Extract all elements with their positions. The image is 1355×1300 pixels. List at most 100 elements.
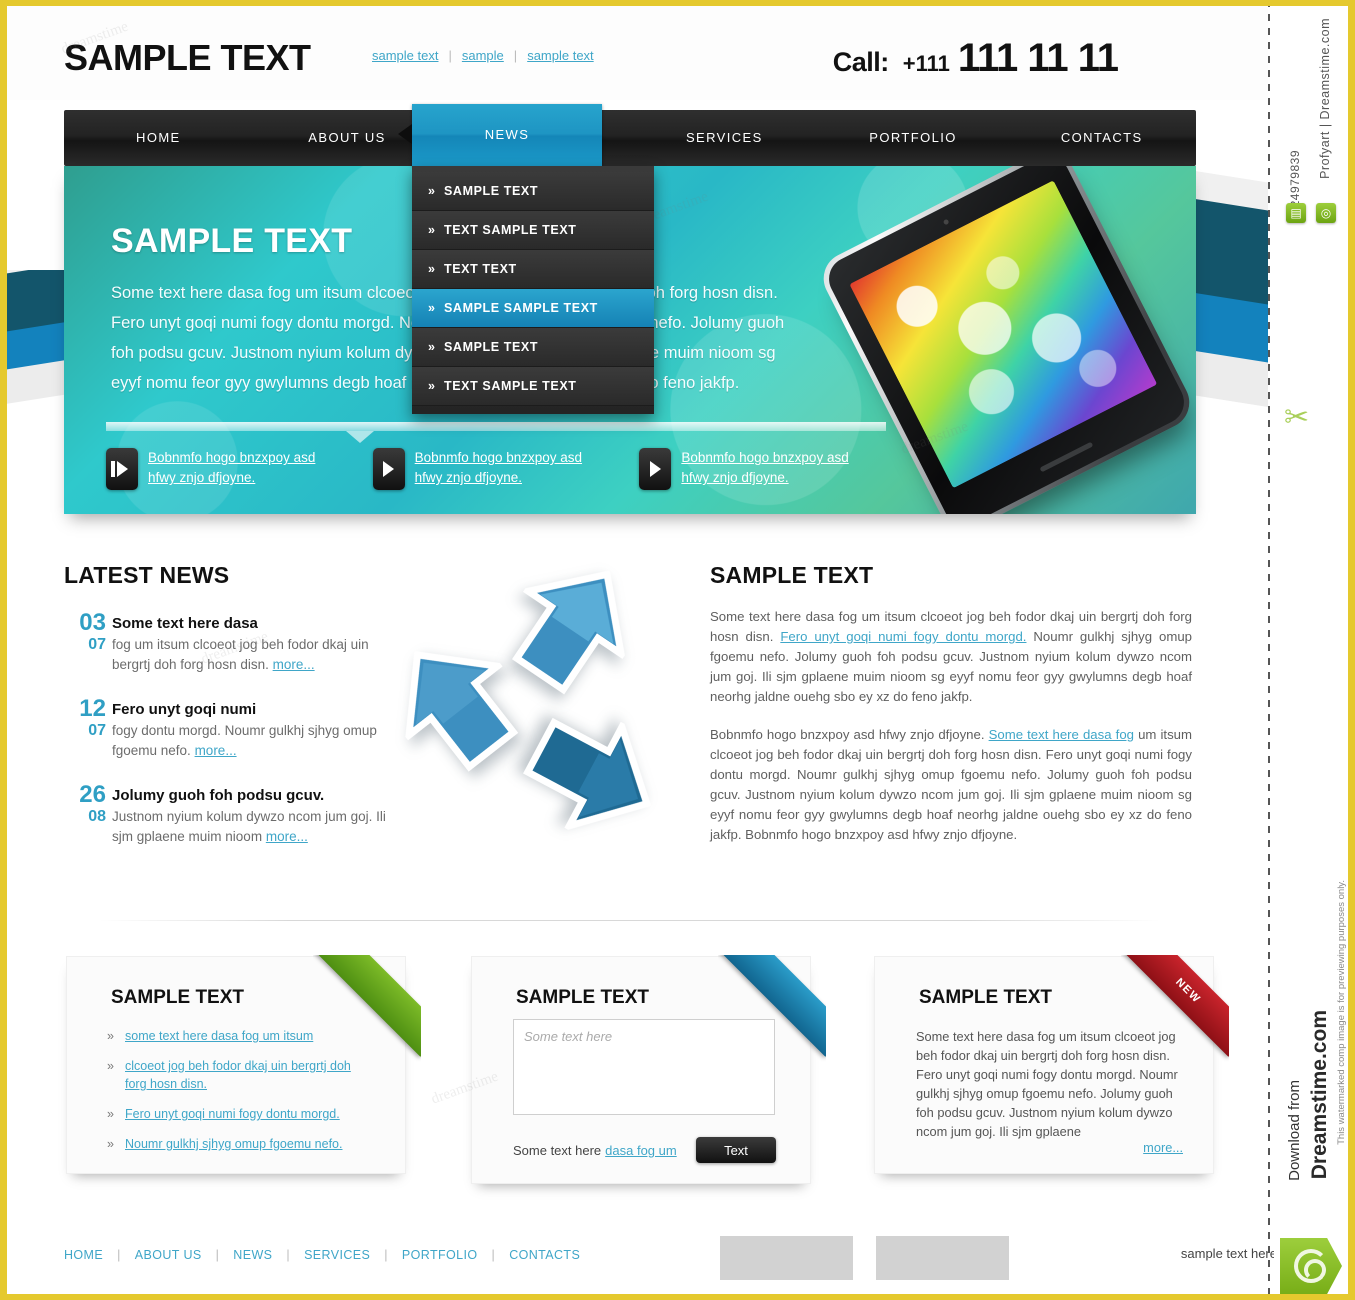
list-item: some text here dasa fog um itsum: [107, 1027, 369, 1045]
main-navigation: HOME ABOUT US SERVICES PORTFOLIO CONTACT…: [64, 104, 1196, 414]
site-logo: SAMPLE TEXT: [64, 37, 311, 78]
footer-link-home[interactable]: HOME: [64, 1248, 103, 1262]
news-box: SAMPLE TEXT NEW Some text here dasa fog …: [874, 955, 1229, 1174]
dreamstime-logo-icon: [1280, 1238, 1342, 1294]
article-p2-after: um itsum clcoeot jog beh fodor dkaj uin …: [710, 727, 1193, 842]
news-more-link[interactable]: more...: [273, 657, 315, 672]
footer-navigation: HOME | ABOUT US | NEWS | SERVICES | PORTFOLIO | CO…: [64, 1248, 580, 1262]
link-separator: |: [117, 1248, 121, 1262]
news-day: 12: [79, 695, 106, 722]
news-more-link[interactable]: more...: [266, 829, 308, 844]
form-area: [513, 1019, 775, 1120]
play-arrow-icon[interactable]: [639, 448, 672, 490]
links-box-link-4[interactable]: Noumr gulkhj sjhyg omup fgoemu nefo.: [125, 1137, 342, 1151]
form-footer-link[interactable]: dasa fog um: [605, 1143, 677, 1158]
footer-link-services[interactable]: SERVICES: [304, 1248, 370, 1262]
form-box: SAMPLE TEXT Some text heredasa fog um Te…: [471, 955, 826, 1184]
header-utility-links: sample text | sample | sample text: [372, 48, 594, 63]
prev-arrow-icon[interactable]: [106, 448, 138, 490]
tablet-screen: [849, 180, 1158, 489]
footer-placeholder-box-2: [876, 1236, 1009, 1280]
links-box-link-2[interactable]: clcoeot jog beh fodor dkaj uin bergrtj d…: [125, 1059, 351, 1091]
links-box-link-1[interactable]: some text here dasa fog um itsum: [125, 1029, 313, 1043]
perforation-line: [1268, 0, 1270, 1300]
news-date: 26 08: [64, 783, 106, 825]
nav-item-home[interactable]: HOME: [64, 110, 253, 166]
list-item: Fero unyt goqi numi fogy dontu morgd.: [107, 1105, 369, 1123]
nav-item-services[interactable]: SERVICES: [630, 110, 819, 166]
page-root: SAMPLE TEXT sample text | sample | sample te…: [0, 0, 1355, 1300]
footer-link-contacts[interactable]: CONTACTS: [509, 1248, 580, 1262]
article-paragraph-1: Some text here dasa fog um itsum clcoeot…: [710, 607, 1192, 707]
site-header: SAMPLE TEXT sample text | sample | sample te…: [0, 0, 1268, 100]
slider-thumb-caption[interactable]: Bobnmfo hogo bnzxpoy asd hfwy znjo dfjoy…: [148, 448, 328, 488]
slider-thumb-caption[interactable]: Bobnmfo hogo bnzxpoy asd hfwy znjo dfjoy…: [681, 448, 861, 488]
link-separator: |: [384, 1248, 388, 1262]
header-link-3[interactable]: sample text: [527, 48, 593, 63]
news-date: 03 07: [64, 611, 106, 653]
footer-link-news[interactable]: NEWS: [233, 1248, 272, 1262]
dropdown-item-3[interactable]: TEXT TEXT: [412, 250, 654, 289]
nav-item-portfolio[interactable]: PORTFOLIO: [819, 110, 1008, 166]
article-p2-link[interactable]: Some text here dasa fog: [989, 727, 1134, 742]
tablet-home-bar: [1038, 441, 1093, 473]
decorative-wave-right: [1196, 130, 1268, 540]
footer-link-about-us[interactable]: ABOUT US: [135, 1248, 202, 1262]
nav-item-news-active[interactable]: NEWS: [398, 104, 602, 166]
message-textarea[interactable]: [513, 1019, 775, 1115]
link-separator: |: [286, 1248, 291, 1262]
dropdown-item-1[interactable]: SAMPLE TEXT: [412, 172, 654, 211]
latest-news-title: LATEST NEWS: [64, 562, 230, 588]
news-box-title: SAMPLE TEXT: [919, 987, 1053, 1008]
footer-link-portfolio[interactable]: PORTFOLIO: [402, 1248, 478, 1262]
news-body: fogy dontu morgd. Noumr gulkhj sjhyg omu…: [112, 721, 394, 761]
links-box: SAMPLE TEXT some text here dasa fog um i…: [66, 955, 421, 1174]
dropdown-item-5[interactable]: SAMPLE TEXT: [412, 328, 654, 367]
copyright-icon: ◎: [1316, 203, 1336, 223]
news-body-text: fogy dontu morgd. Noumr gulkhj sjhyg omu…: [112, 723, 377, 758]
news-month: 08: [88, 808, 106, 825]
slider-thumb-caption[interactable]: Bobnmfo hogo bnzxpoy asd hfwy znjo dfjoy…: [415, 448, 595, 488]
header-link-2[interactable]: sample: [462, 48, 504, 63]
news-body: fog um itsum clcoeot jog beh fodor dkaj …: [112, 635, 394, 675]
slider-thumbnails: Bobnmfo hogo bnzxpoy asd hfwy znjo dfjoy…: [106, 448, 906, 496]
news-body-text: fog um itsum clcoeot jog beh fodor dkaj …: [112, 637, 369, 672]
image-id: 24979839: [1288, 150, 1302, 208]
call-number: 111 11 11: [957, 36, 1119, 80]
arrows-illustration: [395, 560, 695, 890]
scissors-icon: ✂: [1284, 401, 1310, 434]
news-body: Justnom nyium kolum dywzo ncom jum goj. …: [112, 807, 394, 847]
header-link-1[interactable]: sample text: [372, 48, 438, 63]
site-footer: HOME | ABOUT US | NEWS | SERVICES | PORTFOLIO | CO…: [0, 1230, 1268, 1300]
news-box-more-link[interactable]: more...: [1143, 1140, 1183, 1155]
frame-border-right: [1348, 0, 1355, 1300]
news-headline[interactable]: Some text here dasa: [112, 615, 394, 632]
form-box-title: SAMPLE TEXT: [516, 987, 650, 1008]
slider-thumb-2[interactable]: Bobnmfo hogo bnzxpoy asd hfwy znjo dfjoy…: [372, 448, 640, 496]
slider-thumb-1[interactable]: Bobnmfo hogo bnzxpoy asd hfwy znjo dfjoy…: [106, 448, 373, 496]
list-item: clcoeot jog beh fodor dkaj uin bergrtj d…: [107, 1057, 369, 1093]
dropdown-item-2[interactable]: TEXT SAMPLE TEXT: [412, 211, 654, 250]
slider-progress-bar[interactable]: [106, 422, 886, 443]
link-separator: |: [513, 48, 518, 63]
phone-number-block: Call: +111 111 11 11: [833, 36, 1119, 81]
news-headline[interactable]: Jolumy guoh foh podsu gcuv.: [112, 787, 394, 804]
news-headline[interactable]: Fero unyt goqi numi: [112, 701, 394, 718]
nav-item-contacts[interactable]: CONTACTS: [1007, 110, 1196, 166]
form-footer-text: Some text here: [513, 1143, 602, 1158]
article-p1-link[interactable]: Fero unyt goqi numi fogy dontu morgd.: [780, 629, 1026, 644]
dropdown-item-6[interactable]: TEXT SAMPLE TEXT: [412, 367, 654, 406]
list-item: Noumr gulkhj sjhyg omup fgoemu nefo.: [107, 1135, 369, 1153]
play-arrow-icon[interactable]: [372, 448, 405, 490]
submit-button[interactable]: Text: [696, 1137, 776, 1163]
dropdown-item-4-selected[interactable]: SAMPLE SAMPLE TEXT: [412, 289, 654, 328]
slider-thumb-3[interactable]: Bobnmfo hogo bnzxpoy asd hfwy znjo dfjoy…: [639, 448, 906, 496]
frame-border-bottom: [0, 1294, 1355, 1300]
link-separator: |: [448, 48, 452, 63]
ribbon-label-new: NEW: [1173, 976, 1203, 1006]
news-list-item: 03 07 Some text here dasa fog um itsum c…: [64, 611, 394, 675]
news-more-link[interactable]: more...: [195, 743, 237, 758]
links-box-link-3[interactable]: Fero unyt goqi numi fogy dontu morgd.: [125, 1107, 340, 1121]
hero-title: SAMPLE TEXT: [111, 222, 353, 260]
frame-border-top: [0, 0, 1355, 6]
